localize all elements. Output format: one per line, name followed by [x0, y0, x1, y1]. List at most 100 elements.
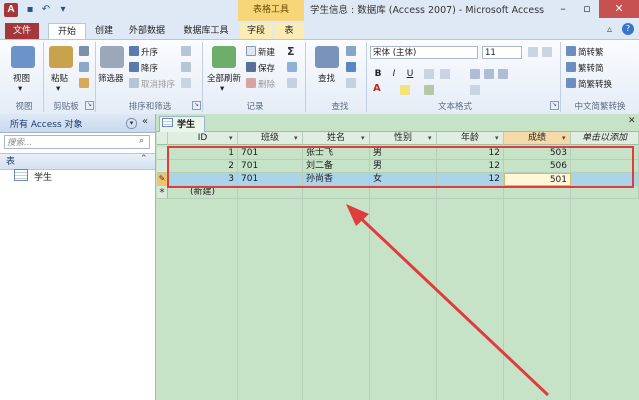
sort-desc-icon[interactable] — [129, 62, 139, 72]
to-simplified-icon[interactable] — [566, 62, 576, 72]
numbering-icon[interactable] — [542, 47, 552, 57]
select-all-corner[interactable] — [157, 132, 168, 145]
ribbon-collapse-icon[interactable]: ▵ — [607, 24, 612, 35]
tab-fields[interactable]: 字段 — [240, 23, 272, 39]
font-size-combo[interactable]: 11 — [482, 46, 522, 59]
outdent-icon[interactable] — [440, 69, 450, 79]
view-dropdown-icon[interactable]: ▾ — [18, 84, 22, 94]
convert-button[interactable]: 简繁转换 — [578, 78, 612, 90]
column-header-age[interactable]: 年龄 — [437, 132, 504, 145]
chevron-down-icon[interactable]: ▾ — [562, 134, 566, 142]
format-painter-icon[interactable] — [79, 78, 89, 88]
italic-button[interactable]: I — [388, 68, 400, 80]
to-simplified-button[interactable]: 繁转简 — [578, 62, 604, 74]
refresh-all-button[interactable]: 全部刷新 — [207, 72, 241, 84]
new-record-button[interactable]: 新建 — [258, 46, 275, 58]
clipboard-launcher-icon[interactable]: ↘ — [85, 101, 94, 110]
convert-icon[interactable] — [566, 78, 576, 88]
paste-icon[interactable] — [49, 46, 73, 68]
gridlines-icon[interactable] — [470, 85, 480, 95]
filter-button[interactable]: 筛选器 — [98, 72, 124, 84]
save-record-button[interactable]: 保存 — [258, 62, 275, 74]
tab-file[interactable]: 文件 — [5, 23, 39, 39]
find-button[interactable]: 查找 — [318, 72, 335, 84]
nav-header-label[interactable]: 所有 Access 对象 — [10, 117, 83, 130]
nav-group-tables[interactable] — [0, 153, 155, 170]
refresh-dropdown-icon[interactable]: ▾ — [220, 84, 224, 94]
delete-record-icon[interactable] — [246, 78, 256, 88]
save-record-icon[interactable] — [246, 62, 256, 72]
tab-table[interactable]: 表 — [274, 23, 304, 39]
to-traditional-button[interactable]: 简转繁 — [578, 46, 604, 58]
align-center-icon[interactable] — [484, 69, 494, 79]
to-traditional-icon[interactable] — [566, 46, 576, 56]
selection-filter-icon[interactable] — [181, 46, 191, 56]
align-left-icon[interactable] — [470, 69, 480, 79]
highlight-icon[interactable] — [400, 85, 410, 95]
tab-database-tools[interactable]: 数据库工具 — [180, 23, 232, 39]
filter-icon[interactable] — [100, 46, 124, 68]
nav-group-label[interactable]: 表 — [6, 154, 15, 167]
delete-record-button[interactable]: 删除 — [258, 78, 275, 90]
remove-sort-button[interactable]: 取消排序 — [141, 78, 175, 90]
qat-dropdown-icon[interactable]: ▾ — [56, 4, 70, 16]
align-right-icon[interactable] — [498, 69, 508, 79]
font-color-icon[interactable]: A — [373, 83, 381, 94]
help-icon[interactable]: ? — [622, 23, 634, 35]
replace-icon[interactable] — [346, 46, 356, 56]
chevron-down-icon[interactable]: ▾ — [294, 134, 298, 142]
column-header-gender[interactable]: 性别 — [370, 132, 437, 145]
advanced-filter-icon[interactable] — [181, 62, 191, 72]
tab-external-data[interactable]: 外部数据 — [124, 23, 170, 39]
select-icon[interactable] — [346, 78, 356, 88]
chevron-down-icon[interactable]: ▾ — [229, 134, 233, 142]
more-icon[interactable] — [287, 78, 297, 88]
cut-icon[interactable] — [79, 46, 89, 56]
indent-icon[interactable] — [424, 69, 434, 79]
chevron-down-icon[interactable]: ▾ — [428, 134, 432, 142]
search-icon[interactable]: ⌕ — [139, 136, 144, 146]
find-icon[interactable] — [315, 46, 339, 68]
maximize-button[interactable]: ▫ — [575, 0, 599, 18]
save-icon[interactable]: ▪ — [24, 4, 36, 16]
goto-icon[interactable] — [346, 62, 356, 72]
underline-button[interactable]: U — [404, 68, 416, 80]
close-doc-icon[interactable]: ✕ — [628, 116, 636, 126]
sort-asc-button[interactable]: 升序 — [141, 46, 158, 58]
toggle-filter-icon[interactable] — [181, 78, 191, 88]
nav-item-student-table[interactable]: 学生 — [34, 170, 52, 183]
column-header-score[interactable]: 成绩 — [504, 132, 571, 145]
view-icon[interactable] — [11, 46, 35, 68]
doc-tab-label[interactable]: 学生 — [177, 117, 195, 130]
nav-group-collapse-icon[interactable]: ⌃ — [140, 154, 148, 164]
minimize-button[interactable]: – — [551, 0, 575, 18]
background-color-icon[interactable] — [424, 85, 434, 95]
sort-launcher-icon[interactable]: ↘ — [192, 101, 201, 110]
remove-sort-icon[interactable] — [129, 78, 139, 88]
chevron-down-icon[interactable]: ▾ — [495, 134, 499, 142]
undo-icon[interactable]: ↶ — [40, 4, 52, 16]
new-record-icon[interactable] — [246, 46, 256, 56]
chevron-down-icon[interactable]: ▾ — [361, 134, 365, 142]
font-name-combo[interactable]: 宋体 (主体) — [370, 46, 478, 59]
paste-button[interactable]: 粘贴 — [51, 72, 68, 84]
tab-create[interactable]: 创建 — [91, 23, 117, 39]
refresh-icon[interactable] — [212, 46, 236, 68]
text-format-launcher-icon[interactable]: ↘ — [550, 101, 559, 110]
close-button[interactable]: ✕ — [599, 0, 639, 18]
sort-asc-icon[interactable] — [129, 46, 139, 56]
nav-collapse-icon[interactable]: « — [142, 116, 148, 127]
bold-button[interactable]: B — [372, 68, 384, 80]
nav-menu-icon[interactable]: ▾ — [126, 118, 137, 129]
copy-icon[interactable] — [79, 62, 89, 72]
bullets-icon[interactable] — [528, 47, 538, 57]
sort-desc-button[interactable]: 降序 — [141, 62, 158, 74]
column-header-id[interactable]: ID — [168, 132, 238, 145]
paste-dropdown-icon[interactable]: ▾ — [56, 84, 60, 94]
column-header-name[interactable]: 姓名 — [303, 132, 370, 145]
column-header-add[interactable]: 单击以添加 — [571, 132, 639, 145]
view-button[interactable]: 视图 — [13, 72, 30, 84]
sum-icon[interactable]: Σ — [287, 45, 295, 58]
spelling-icon[interactable] — [287, 62, 297, 72]
access-logo-icon[interactable]: A — [4, 3, 18, 17]
